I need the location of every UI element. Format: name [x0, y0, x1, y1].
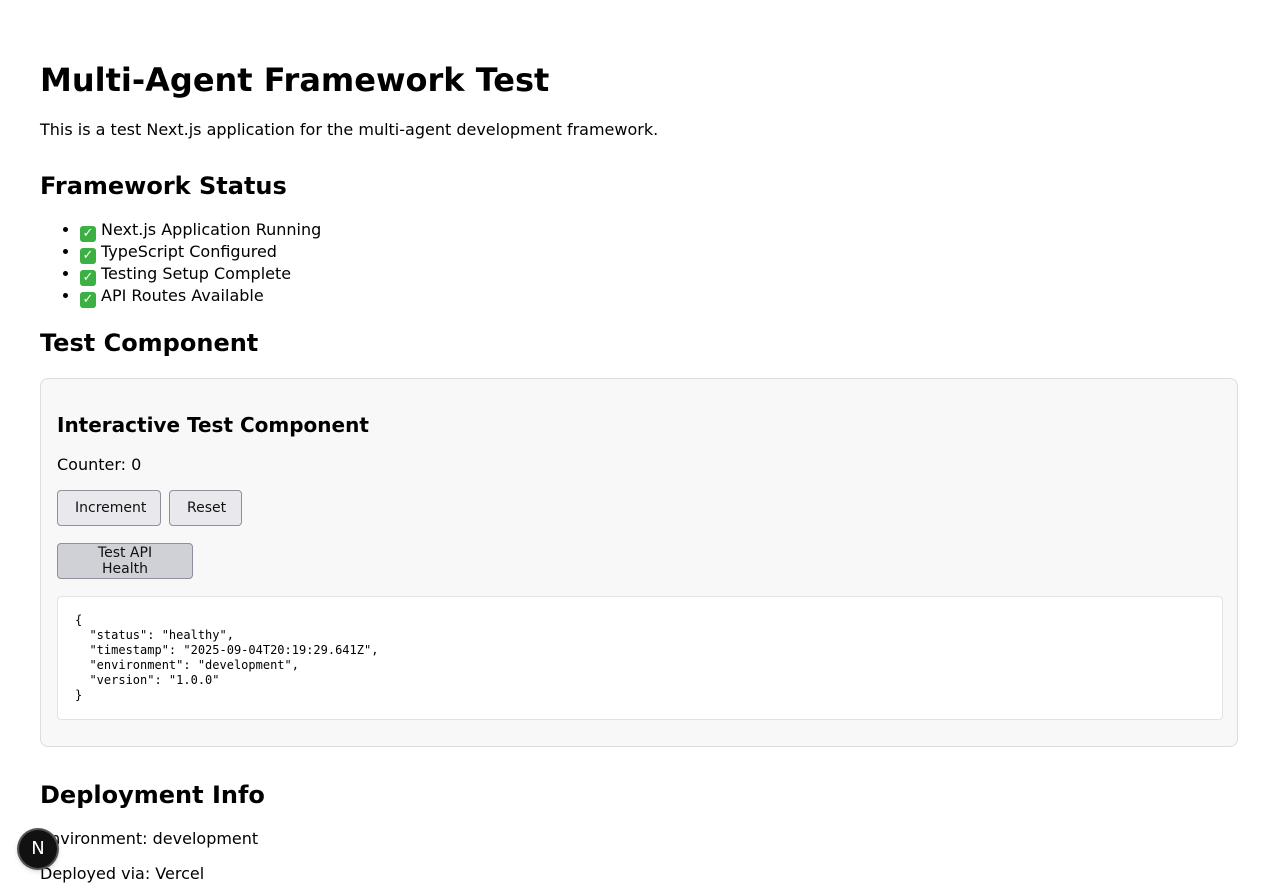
check-mark-icon: ✓	[80, 226, 96, 242]
list-item: ✓ Testing Setup Complete	[80, 264, 321, 286]
framework-status-heading: Framework Status	[40, 172, 287, 200]
page-title: Multi-Agent Framework Test	[40, 61, 550, 99]
nextjs-dev-tools-button[interactable]: N	[19, 830, 57, 868]
reset-button[interactable]: Reset	[169, 490, 242, 526]
deployment-environment: Environment: development	[40, 829, 259, 848]
deployment-info-heading: Deployment Info	[40, 781, 265, 809]
nextjs-logo-icon: N	[31, 838, 45, 859]
test-component-card: Interactive Test Component Counter: 0 In…	[40, 378, 1238, 747]
status-list: ✓ Next.js Application Running ✓ TypeScript…	[40, 220, 321, 308]
deployment-provider: Deployed via: Vercel	[40, 864, 205, 883]
test-api-health-button[interactable]: Test API Health	[57, 543, 193, 579]
test-component-heading: Test Component	[40, 329, 259, 357]
list-item: ✓ Next.js Application Running	[80, 220, 321, 242]
increment-button[interactable]: Increment	[57, 490, 161, 526]
intro-text: This is a test Next.js application for t…	[40, 120, 659, 139]
list-item: ✓ API Routes Available	[80, 286, 321, 308]
status-item-label: Next.js Application Running	[101, 220, 322, 239]
api-response-output: { "status": "healthy", "timestamp": "202…	[57, 596, 1223, 720]
list-item: ✓ TypeScript Configured	[80, 242, 321, 264]
status-item-label: Testing Setup Complete	[101, 264, 292, 283]
status-item-label: API Routes Available	[101, 286, 264, 305]
check-mark-icon: ✓	[80, 270, 96, 286]
card-title: Interactive Test Component	[57, 413, 369, 437]
check-mark-icon: ✓	[80, 248, 96, 264]
status-item-label: TypeScript Configured	[101, 242, 277, 261]
check-mark-icon: ✓	[80, 292, 96, 308]
counter-display: Counter: 0	[57, 455, 142, 474]
